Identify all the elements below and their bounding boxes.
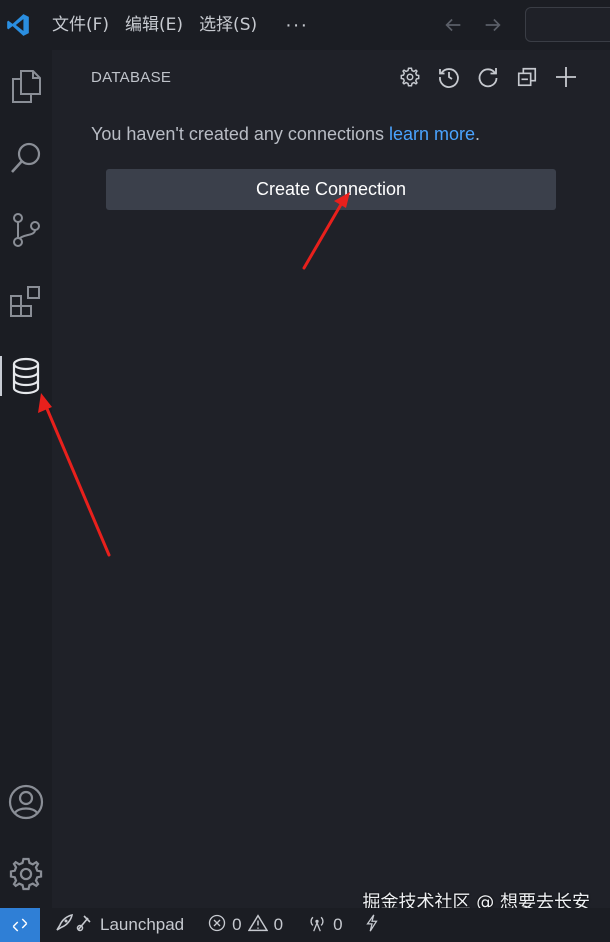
history-icon[interactable] xyxy=(435,62,463,92)
search-icon[interactable] xyxy=(0,132,52,184)
explorer-icon[interactable] xyxy=(0,60,52,112)
launchpad-status[interactable]: Launchpad xyxy=(54,913,184,938)
command-center-search[interactable] xyxy=(525,7,610,42)
panel-actions xyxy=(396,62,580,92)
menu-selection[interactable]: 选择(S) xyxy=(199,0,257,50)
warning-count: 0 xyxy=(273,915,284,934)
back-arrow-icon[interactable] xyxy=(440,12,466,38)
database-icon[interactable] xyxy=(0,350,52,402)
rocket-icon xyxy=(54,913,94,938)
add-icon[interactable] xyxy=(552,62,580,92)
error-icon xyxy=(208,914,226,937)
extensions-icon[interactable] xyxy=(0,277,52,329)
menu-edit[interactable]: 编辑(E) xyxy=(125,0,183,50)
problems-status[interactable]: 0 0 xyxy=(208,913,284,937)
menu-more-button[interactable]: ··· xyxy=(285,14,308,37)
broadcast-icon xyxy=(307,914,327,937)
status-bar: Launchpad 0 0 0 xyxy=(0,908,610,942)
refresh-icon[interactable] xyxy=(474,62,502,92)
remote-indicator-icon[interactable] xyxy=(0,908,40,942)
panel-title: DATABASE xyxy=(91,68,172,86)
activity-bar xyxy=(0,50,52,908)
forward-arrow-icon[interactable] xyxy=(480,12,506,38)
empty-state-message: You haven't created any connections lear… xyxy=(91,124,480,145)
panel-header: DATABASE xyxy=(52,50,610,104)
warning-icon xyxy=(247,913,268,937)
learn-more-link[interactable]: learn more xyxy=(389,124,475,144)
lightning-status[interactable] xyxy=(365,914,379,937)
lightning-icon xyxy=(365,914,379,937)
navigation-controls xyxy=(440,0,506,50)
empty-state-text: You haven't created any connections xyxy=(91,124,389,144)
account-icon[interactable] xyxy=(0,776,52,828)
ports-count: 0 xyxy=(333,915,343,934)
source-control-icon[interactable] xyxy=(0,204,52,256)
error-count: 0 xyxy=(232,915,242,934)
menu-file[interactable]: 文件(F) xyxy=(52,0,109,50)
empty-state-period: . xyxy=(475,124,481,144)
ports-status[interactable]: 0 xyxy=(307,914,343,937)
settings-gear-icon[interactable] xyxy=(396,62,424,92)
settings-gear-icon[interactable] xyxy=(0,848,52,900)
title-bar: 文件(F) 编辑(E) 选择(S) ··· xyxy=(0,0,610,50)
collapse-all-icon[interactable] xyxy=(513,62,541,92)
vscode-logo-icon xyxy=(0,0,36,50)
launchpad-label: Launchpad xyxy=(100,915,185,934)
create-connection-button[interactable]: Create Connection xyxy=(106,169,556,210)
database-panel: DATABASE You haven't created any connect… xyxy=(52,50,610,908)
